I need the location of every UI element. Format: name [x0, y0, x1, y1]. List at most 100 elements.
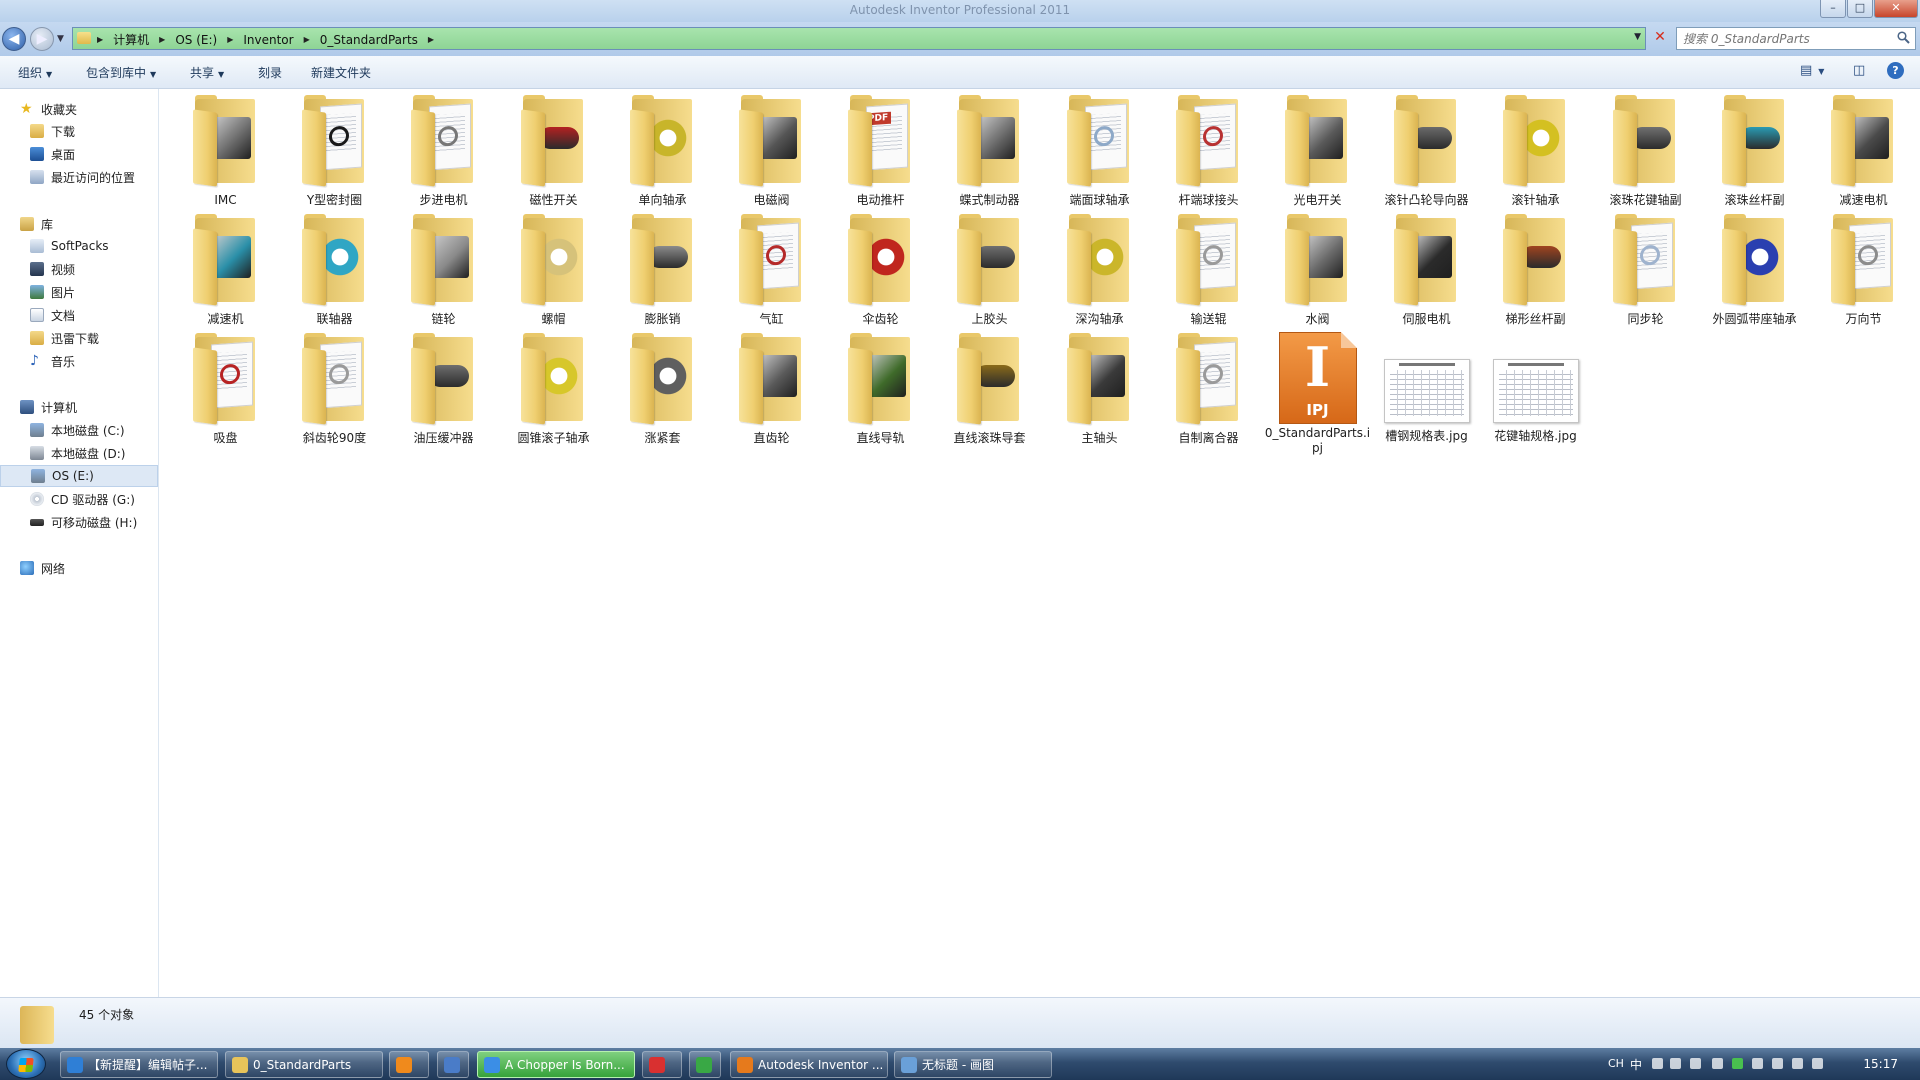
taskbar-button[interactable]: 无标题 - 画图 — [894, 1051, 1052, 1078]
taskbar-button[interactable] — [437, 1051, 469, 1078]
folder-item[interactable]: 外圆弧带座轴承 — [1700, 214, 1809, 332]
nav-cd-drive-g[interactable]: CD 驱动器 (G:) — [0, 488, 158, 510]
nav-network[interactable]: 网络 — [0, 557, 158, 579]
folder-item[interactable]: 滚珠丝杆副 — [1700, 95, 1809, 213]
breadcrumb-standardparts[interactable]: 0_StandardParts — [320, 33, 418, 47]
folder-item[interactable]: 涨紧套 — [608, 333, 717, 451]
taskbar-button[interactable]: 0_StandardParts — [225, 1051, 383, 1078]
folder-item[interactable]: 输送辊 — [1154, 214, 1263, 332]
folder-item[interactable]: 万向节 — [1809, 214, 1918, 332]
nav-removable-h[interactable]: 可移动磁盘 (H:) — [0, 511, 158, 533]
folder-item[interactable]: 上胶头 — [935, 214, 1044, 332]
nav-softpacks[interactable]: SoftPacks — [0, 235, 158, 257]
folder-item[interactable]: 吸盘 — [171, 333, 280, 451]
nav-music[interactable]: ♪ 音乐 — [0, 350, 158, 372]
nav-downloads[interactable]: 下载 — [0, 120, 158, 142]
keyboard-icon[interactable] — [1690, 1058, 1701, 1069]
maximize-button[interactable]: □ — [1847, 0, 1873, 18]
nav-drive-d[interactable]: 本地磁盘 (D:) — [0, 442, 158, 464]
nav-favorites[interactable]: ★ 收藏夹 — [0, 98, 158, 120]
network-signal-icon[interactable] — [1792, 1058, 1803, 1069]
folder-item[interactable]: 气缸 — [717, 214, 826, 332]
project-file-item[interactable]: I IPJ 0_StandardParts.ipj — [1263, 332, 1372, 455]
minimize-button[interactable]: – — [1820, 0, 1846, 18]
nav-recent-places[interactable]: 最近访问的位置 — [0, 166, 158, 188]
breadcrumb-drive-e[interactable]: OS (E:) — [175, 33, 217, 47]
new-folder-button[interactable]: 新建文件夹 — [311, 64, 371, 81]
breadcrumb-inventor[interactable]: Inventor — [243, 33, 293, 47]
security-icon[interactable] — [1732, 1058, 1743, 1069]
taskbar-button[interactable]: 【新提醒】编辑帖子... — [60, 1051, 218, 1078]
taskbar-button[interactable]: Autodesk Inventor ... — [730, 1051, 888, 1078]
folder-item[interactable]: 主轴头 — [1045, 333, 1154, 451]
folder-item[interactable]: 自制离合器 — [1154, 333, 1263, 451]
nav-desktop[interactable]: 桌面 — [0, 143, 158, 165]
search-icon[interactable] — [1897, 31, 1910, 44]
folder-item[interactable]: Y型密封圈 — [280, 95, 389, 213]
nav-documents[interactable]: 文档 — [0, 304, 158, 326]
folder-item[interactable]: PDF 电动推杆 — [826, 95, 935, 213]
chevron-right-icon[interactable]: ▶ — [159, 35, 165, 44]
folder-item[interactable]: 单向轴承 — [608, 95, 717, 213]
folder-item[interactable]: 滚针凸轮导向器 — [1372, 95, 1481, 213]
taskbar-button[interactable]: A Chopper Is Born... — [477, 1051, 635, 1078]
folder-item[interactable]: 磁性开关 — [499, 95, 608, 213]
nav-drive-e[interactable]: OS (E:) — [0, 465, 158, 487]
chevron-right-icon[interactable]: ▶ — [97, 35, 103, 44]
stop-loading-button[interactable]: ✕ — [1650, 27, 1670, 47]
back-button[interactable]: ◀ — [2, 27, 26, 51]
image-file-item[interactable]: 花键轴规格.jpg — [1481, 333, 1590, 451]
burn-button[interactable]: 刻录 — [258, 64, 282, 81]
breadcrumb-computer[interactable]: 计算机 — [113, 31, 149, 48]
printer-icon[interactable] — [1772, 1058, 1783, 1069]
ime-indicator[interactable]: 中 — [1630, 1056, 1642, 1073]
nav-drive-c[interactable]: 本地磁盘 (C:) — [0, 419, 158, 441]
volume-icon[interactable] — [1812, 1058, 1823, 1069]
show-hidden-icons-icon[interactable] — [1712, 1058, 1723, 1069]
folder-item[interactable]: 直线滚珠导套 — [935, 333, 1044, 451]
search-box[interactable] — [1676, 27, 1916, 50]
image-file-item[interactable]: 槽钢规格表.jpg — [1372, 333, 1481, 451]
folder-item[interactable]: 减速电机 — [1809, 95, 1918, 213]
folder-item[interactable]: 膨胀销 — [608, 214, 717, 332]
help-button[interactable]: ? — [1887, 62, 1904, 79]
moon-icon[interactable] — [1652, 1058, 1663, 1069]
folder-item[interactable]: 伞齿轮 — [826, 214, 935, 332]
taskbar-button[interactable] — [389, 1051, 429, 1078]
folder-item[interactable]: 光电开关 — [1263, 95, 1372, 213]
taskbar-button[interactable] — [689, 1051, 721, 1078]
close-button[interactable]: ✕ — [1874, 0, 1918, 18]
folder-item[interactable]: 蝶式制动器 — [935, 95, 1044, 213]
preview-pane-button[interactable]: ◫ — [1853, 63, 1865, 78]
folder-item[interactable]: 滚针轴承 — [1481, 95, 1590, 213]
folder-item[interactable]: 油压缓冲器 — [389, 333, 498, 451]
nav-libraries[interactable]: 库 — [0, 213, 158, 235]
chevron-right-icon[interactable]: ▶ — [428, 35, 434, 44]
folder-item[interactable]: 步进电机 — [389, 95, 498, 213]
folder-item[interactable]: 端面球轴承 — [1045, 95, 1154, 213]
recent-pages-dropdown[interactable]: ▼ — [57, 34, 64, 44]
folder-item[interactable]: 同步轮 — [1591, 214, 1700, 332]
include-in-library-button[interactable]: 包含到库中 ▼ — [86, 64, 156, 81]
folder-item[interactable]: 杆端球接头 — [1154, 95, 1263, 213]
nav-thunder-downloads[interactable]: 迅雷下载 — [0, 327, 158, 349]
folder-item[interactable]: IMC — [171, 95, 280, 213]
chevron-right-icon[interactable]: ▶ — [227, 35, 233, 44]
search-input[interactable] — [1683, 29, 1883, 49]
view-options-button[interactable]: ▤ ▼ — [1800, 63, 1824, 78]
folder-item[interactable]: 水阀 — [1263, 214, 1372, 332]
organize-button[interactable]: 组织 ▼ — [18, 64, 52, 81]
folder-item[interactable]: 直线导轨 — [826, 333, 935, 451]
folder-item[interactable]: 圆锥滚子轴承 — [499, 333, 608, 451]
nav-videos[interactable]: 视频 — [0, 258, 158, 280]
chevron-right-icon[interactable]: ▶ — [304, 35, 310, 44]
folder-item[interactable]: 减速机 — [171, 214, 280, 332]
punctuation-icon[interactable] — [1670, 1058, 1681, 1069]
folder-item[interactable]: 螺帽 — [499, 214, 608, 332]
folder-item[interactable]: 电磁阀 — [717, 95, 826, 213]
folder-item[interactable]: 直齿轮 — [717, 333, 826, 451]
folder-item[interactable]: 斜齿轮90度 — [280, 333, 389, 451]
folder-item[interactable]: 梯形丝杆副 — [1481, 214, 1590, 332]
language-indicator[interactable]: CH — [1608, 1057, 1624, 1070]
nav-pictures[interactable]: 图片 — [0, 281, 158, 303]
